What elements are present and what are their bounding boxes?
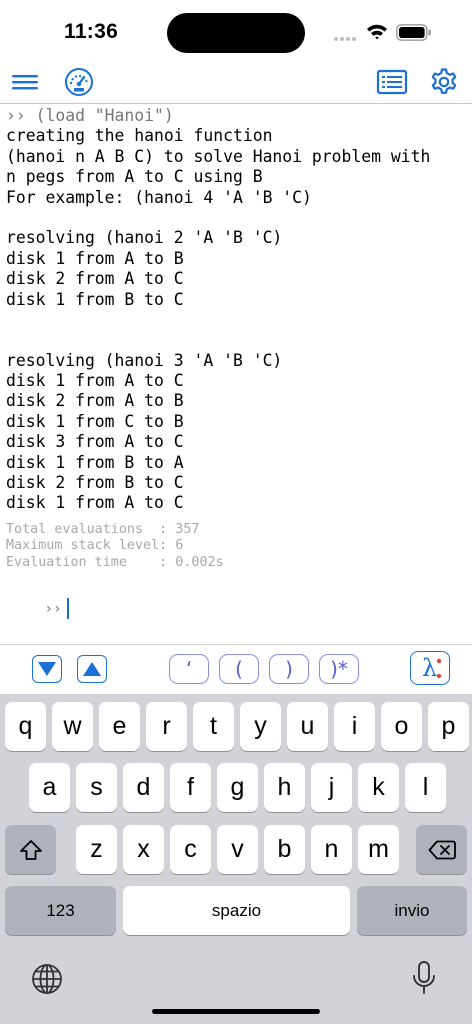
lambda-button[interactable]: λ: [410, 651, 450, 685]
close-paren-button[interactable]: ): [269, 654, 309, 684]
dynamic-island: [167, 13, 305, 53]
stat-line: Maximum stack level: 6: [6, 538, 184, 554]
stat-line: Total evaluations : 357: [6, 521, 200, 537]
battery-icon: [396, 24, 432, 41]
shift-icon: [19, 839, 42, 860]
console-output-line: disk 3 from A to C: [6, 432, 184, 452]
delete-icon: [428, 840, 456, 859]
console-output-line: (hanoi n A B C) to solve Hanoi problem w…: [6, 146, 431, 166]
key-p[interactable]: p: [428, 702, 469, 751]
home-indicator: [152, 1009, 320, 1014]
key-c[interactable]: c: [170, 825, 211, 874]
console-output-line: creating the hanoi function: [6, 126, 273, 146]
key-w[interactable]: w: [52, 702, 93, 751]
globe-icon[interactable]: [30, 962, 64, 996]
console-output-line: For example: (hanoi 4 'A 'B 'C): [6, 187, 312, 207]
close-all-paren-label: )*: [330, 657, 348, 681]
key-k[interactable]: k: [358, 763, 399, 812]
key-z[interactable]: z: [76, 825, 117, 874]
key-t[interactable]: t: [193, 702, 234, 751]
console-output-line: disk 2 from B to C: [6, 473, 184, 493]
return-key[interactable]: invio: [357, 886, 467, 935]
key-e[interactable]: e: [99, 702, 140, 751]
status-bar: 11:36: [0, 0, 472, 62]
toolbar: [0, 62, 472, 104]
numbers-key-label: 123: [46, 900, 75, 920]
console-input-line: ›› (load "Hanoi"): [6, 106, 174, 125]
history-up-button[interactable]: [77, 655, 107, 683]
console-lines: ›› (load "Hanoi") creating the hanoi func…: [6, 106, 468, 514]
quote-button-label: ‘: [185, 657, 193, 681]
key-u[interactable]: u: [287, 702, 328, 751]
microphone-icon[interactable]: [410, 960, 438, 996]
quote-button[interactable]: ‘: [169, 654, 209, 684]
key-y[interactable]: y: [240, 702, 281, 751]
console-output-line: disk 2 from A to B: [6, 391, 184, 411]
key-h[interactable]: h: [264, 763, 305, 812]
lambda-icon: λ: [422, 654, 442, 682]
triangle-down-icon: [38, 662, 56, 676]
key-f[interactable]: f: [170, 763, 211, 812]
console-output-line: resolving (hanoi 3 'A 'B 'C): [6, 350, 283, 370]
space-key[interactable]: spazio: [123, 886, 350, 935]
delete-key[interactable]: [416, 825, 467, 874]
history-down-button[interactable]: [32, 655, 62, 683]
shift-key[interactable]: [5, 825, 56, 874]
key-m[interactable]: m: [358, 825, 399, 874]
console-output-line: n pegs from A to C using B: [6, 167, 263, 187]
key-v[interactable]: v: [217, 825, 258, 874]
key-b[interactable]: b: [264, 825, 305, 874]
space-key-label: spazio: [211, 900, 262, 920]
key-l[interactable]: l: [405, 763, 446, 812]
triangle-up-icon: [83, 662, 101, 676]
keyboard-accessory-bar: ‘ ( ) )* λ: [0, 644, 472, 694]
console-output-line: disk 1 from C to B: [6, 411, 184, 431]
console-output-line: disk 1 from A to C: [6, 493, 184, 513]
evaluation-stats: Total evaluations : 357 Maximum stack lev…: [6, 522, 468, 572]
key-x[interactable]: x: [123, 825, 164, 874]
numbers-key[interactable]: 123: [5, 886, 116, 935]
status-time: 11:36: [64, 20, 119, 43]
svg-text:λ: λ: [422, 654, 437, 682]
console-output-line: disk 1 from A to B: [6, 248, 184, 268]
key-d[interactable]: d: [123, 763, 164, 812]
key-j[interactable]: j: [311, 763, 352, 812]
key-a[interactable]: a: [29, 763, 70, 812]
input-prompt[interactable]: ››: [6, 572, 468, 619]
wifi-icon: [366, 23, 388, 40]
gear-icon[interactable]: [429, 67, 459, 97]
console-output-line: disk 1 from B to C: [6, 289, 184, 309]
key-i[interactable]: i: [334, 702, 375, 751]
console-output-line: disk 1 from A to C: [6, 371, 184, 391]
return-key-label: invio: [394, 900, 430, 920]
open-paren-label: (: [235, 657, 243, 681]
software-keyboard: qwertyuiop asdfghjkl zxcvbnm 123 spazio …: [0, 694, 472, 1024]
cellular-signal-icon: [334, 35, 360, 41]
stat-line: Evaluation time : 0.002s: [6, 555, 224, 570]
key-n[interactable]: n: [311, 825, 352, 874]
key-g[interactable]: g: [217, 763, 258, 812]
close-all-paren-button[interactable]: )*: [319, 654, 359, 684]
open-paren-button[interactable]: (: [219, 654, 259, 684]
document-list-icon[interactable]: [376, 67, 408, 97]
prompt-symbol: ››: [44, 600, 62, 617]
console-output-line: resolving (hanoi 2 'A 'B 'C): [6, 228, 283, 248]
key-o[interactable]: o: [381, 702, 422, 751]
key-r[interactable]: r: [146, 702, 187, 751]
key-s[interactable]: s: [76, 763, 117, 812]
hamburger-icon[interactable]: [10, 67, 40, 97]
key-q[interactable]: q: [5, 702, 46, 751]
text-cursor: [67, 597, 70, 619]
gauge-icon[interactable]: [64, 67, 94, 97]
console-output-line: disk 2 from A to C: [6, 269, 184, 289]
console-output-line: disk 1 from B to A: [6, 452, 184, 472]
console-output[interactable]: ›› (load "Hanoi") creating the hanoi func…: [6, 106, 468, 642]
close-paren-label: ): [285, 657, 293, 681]
